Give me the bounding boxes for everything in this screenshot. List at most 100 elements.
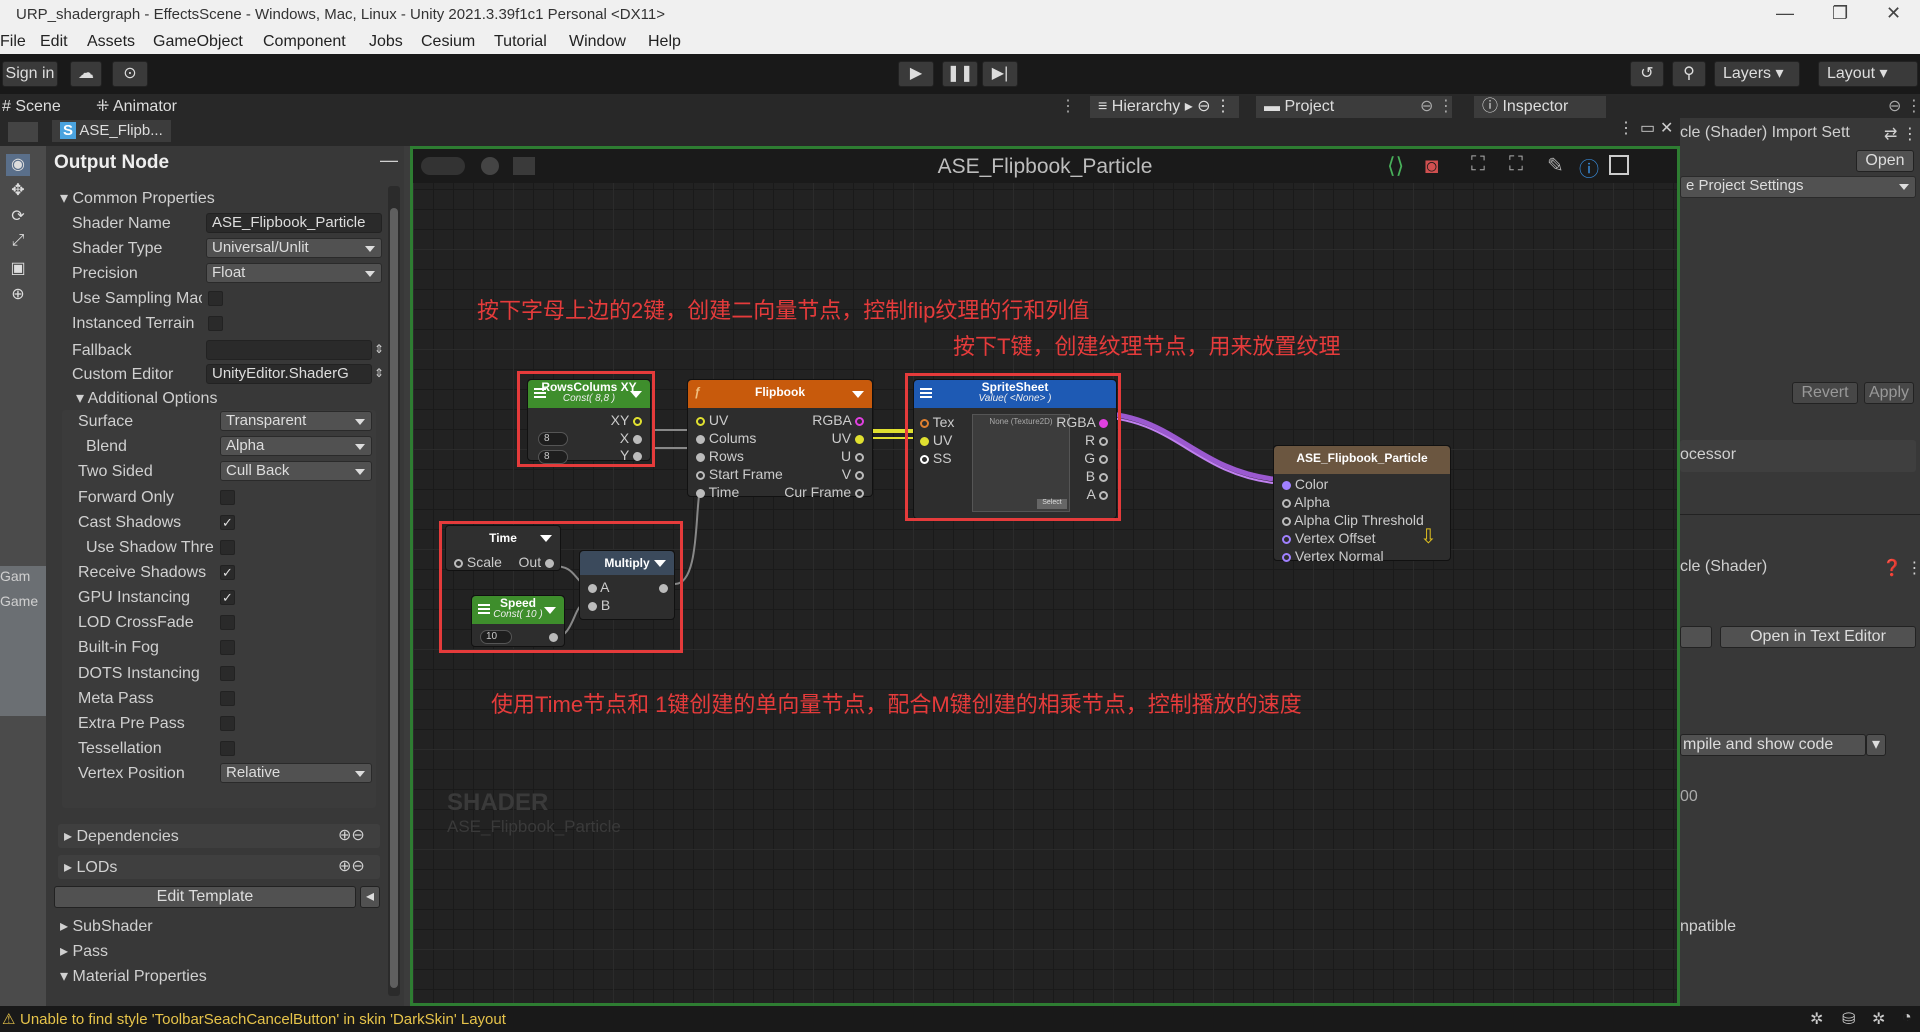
pass-foldout[interactable]: ▸ Pass <box>60 941 108 963</box>
flipbook-uv-in[interactable]: UV <box>696 412 728 428</box>
lods-foldout[interactable]: ▸ LODs ⊕⊖ <box>58 855 380 879</box>
help-icon[interactable]: ❓ ⋮ <box>1882 558 1920 578</box>
vertex-offset-port-dot[interactable] <box>1282 534 1291 544</box>
flipbook-start-frame-in[interactable]: Start Frame <box>696 466 783 482</box>
open-in-text-editor-button[interactable]: Open in Text Editor <box>1720 626 1916 648</box>
flipbook-cur-frame-out[interactable]: Cur Frame <box>784 484 864 500</box>
instanced-terrain-checkbox[interactable] <box>208 316 223 331</box>
flipbook-uv-out[interactable]: UV <box>832 430 864 446</box>
project-settings-dropdown[interactable]: e Project Settings <box>1680 176 1916 198</box>
menu-cesium[interactable]: Cesium <box>421 33 475 51</box>
inspector-lock-icon[interactable]: ⊖ ⋮ <box>1888 96 1920 118</box>
output-node[interactable]: ASE_Flipbook_Particle Color Alpha Alpha … <box>1273 445 1451 564</box>
flipbook-node[interactable]: ƒ Flipbook UV Colums Rows Start Frame Ti… <box>687 379 873 500</box>
minimize-button[interactable]: — <box>1776 3 1794 24</box>
game-tab-label[interactable]: Gam <box>0 568 30 584</box>
builtin-fog-checkbox[interactable] <box>220 640 235 655</box>
dots-instancing-checkbox[interactable] <box>220 666 235 681</box>
flipbook-columns-in[interactable]: Colums <box>696 430 756 446</box>
output-alpha-clip-port[interactable]: Alpha Clip Threshold <box>1282 512 1424 528</box>
inspector-small-button[interactable] <box>1680 626 1712 648</box>
panel-scrollbar-thumb[interactable] <box>390 208 398 988</box>
vertex-position-dropdown[interactable]: Relative <box>220 763 372 783</box>
subshader-foldout[interactable]: ▸ SubShader <box>60 916 153 938</box>
close-graph-icon[interactable]: ✕ <box>1660 118 1673 140</box>
common-properties-foldout[interactable]: ▾ Common Properties <box>60 188 215 210</box>
transform-tool-icon[interactable]: ⊕ <box>6 284 30 306</box>
layout-dropdown[interactable]: Layout ▾ <box>1818 61 1918 87</box>
add-dependency-icon[interactable]: ⊕⊖ <box>338 825 365 845</box>
step-button[interactable]: ▶| <box>982 61 1018 87</box>
menu-component[interactable]: Component <box>263 33 346 51</box>
tessellation-checkbox[interactable] <box>220 741 235 756</box>
scale-tool-icon[interactable]: ⤢ <box>6 232 30 254</box>
status-message[interactable]: Unable to find style 'ToolbarSeachCancel… <box>20 1011 506 1028</box>
vertex-normal-port-dot[interactable] <box>1282 552 1291 562</box>
output-alpha-port[interactable]: Alpha <box>1282 494 1330 510</box>
debug-icon[interactable]: ✲ <box>1810 1009 1823 1029</box>
revert-button[interactable]: Revert <box>1792 382 1858 404</box>
layers-dropdown[interactable]: Layers ▾ <box>1714 61 1800 87</box>
panel-scrollbar[interactable] <box>388 186 400 996</box>
output-vertex-normal-port[interactable]: Vertex Normal <box>1282 548 1384 564</box>
lock-icon[interactable]: ⊖ ⋮ <box>1420 96 1454 118</box>
collab-icon[interactable]: ⊙ <box>112 61 148 87</box>
columns-in-dot[interactable] <box>696 434 705 444</box>
cache-icon[interactable]: ⛁ <box>1842 1009 1855 1029</box>
inspector-settings-icon[interactable]: ⇄ ⋮ <box>1884 124 1918 144</box>
bug-icon[interactable]: ✲ <box>1872 1009 1885 1029</box>
tab-graph[interactable]: S ASE_Flipb... <box>52 120 171 142</box>
tab-inspector[interactable]: ⓘ Inspector <box>1474 96 1606 118</box>
custom-editor-field[interactable]: UnityEditor.ShaderG <box>206 364 372 384</box>
open-button[interactable]: Open <box>1856 150 1914 172</box>
tab-scene[interactable]: # Scene <box>2 96 61 118</box>
view-tool-icon[interactable]: ◉ <box>6 154 30 176</box>
progress-icon[interactable]: ◔ <box>1902 1009 1912 1027</box>
v-out-dot[interactable] <box>855 470 864 480</box>
play-button[interactable]: ▶ <box>898 61 934 87</box>
scene-gizmo-icon[interactable] <box>8 122 38 142</box>
dependencies-foldout[interactable]: ▸ Dependencies ⊕⊖ <box>58 824 380 848</box>
flipbook-time-in[interactable]: Time <box>696 484 739 500</box>
pause-button[interactable]: ❚❚ <box>942 61 978 87</box>
shader-type-dropdown[interactable]: Universal/Unlit <box>206 238 382 258</box>
precision-dropdown[interactable]: Float <box>206 263 382 283</box>
compile-dropdown-button[interactable]: ▾ <box>1866 734 1886 756</box>
cast-shadows-checkbox[interactable]: ✓ <box>220 515 235 530</box>
rgba-out-dot[interactable] <box>855 416 864 426</box>
flipbook-rgba-out[interactable]: RGBA <box>812 412 864 428</box>
use-sampling-checkbox[interactable] <box>208 291 223 306</box>
tab-animator[interactable]: ⁜ Animator <box>96 96 177 118</box>
lod-crossfade-checkbox[interactable] <box>220 615 235 630</box>
output-node-header[interactable]: ASE_Flipbook_Particle <box>1274 446 1450 474</box>
uv-out-dot[interactable] <box>855 434 864 444</box>
close-window-button[interactable]: ✕ <box>1886 3 1901 24</box>
flipbook-rows-in[interactable]: Rows <box>696 448 744 464</box>
custom-editor-stepper-icon[interactable]: ⇕ <box>374 366 384 380</box>
maximize-graph-icon[interactable]: ▭ <box>1640 118 1655 140</box>
add-lod-icon[interactable]: ⊕⊖ <box>338 856 365 876</box>
menu-assets[interactable]: Assets <box>87 33 135 51</box>
menu-file[interactable]: File <box>0 33 26 51</box>
sign-in-button[interactable]: Sign in <box>2 61 58 87</box>
additional-options-foldout[interactable]: ▾ Additional Options <box>76 388 217 410</box>
blend-dropdown[interactable]: Alpha <box>220 436 372 456</box>
fallback-stepper-icon[interactable]: ⇕ <box>374 342 384 356</box>
flipbook-u-out[interactable]: U <box>841 448 864 464</box>
rotate-tool-icon[interactable]: ⟳ <box>6 206 30 228</box>
surface-dropdown[interactable]: Transparent <box>220 411 372 431</box>
u-out-dot[interactable] <box>855 452 864 462</box>
menu-jobs[interactable]: Jobs <box>369 33 403 51</box>
graph-more-icon[interactable]: ⋮ <box>1618 118 1634 140</box>
flipbook-dropdown-icon[interactable] <box>852 391 864 398</box>
start-frame-in-dot[interactable] <box>696 470 705 480</box>
shader-name-field[interactable]: ASE_Flipbook_Particle <box>206 213 382 233</box>
template-arrow-button[interactable]: ◂ <box>360 886 380 908</box>
flipbook-header[interactable]: ƒ Flipbook <box>688 380 872 408</box>
menu-gameobject[interactable]: GameObject <box>153 33 243 51</box>
output-vertex-offset-port[interactable]: Vertex Offset <box>1282 530 1376 546</box>
collapse-panel-button[interactable]: — <box>380 150 398 171</box>
output-color-port[interactable]: Color <box>1282 476 1328 492</box>
flipbook-v-out[interactable]: V <box>842 466 864 482</box>
material-properties-foldout[interactable]: ▾ Material Properties <box>60 966 207 988</box>
